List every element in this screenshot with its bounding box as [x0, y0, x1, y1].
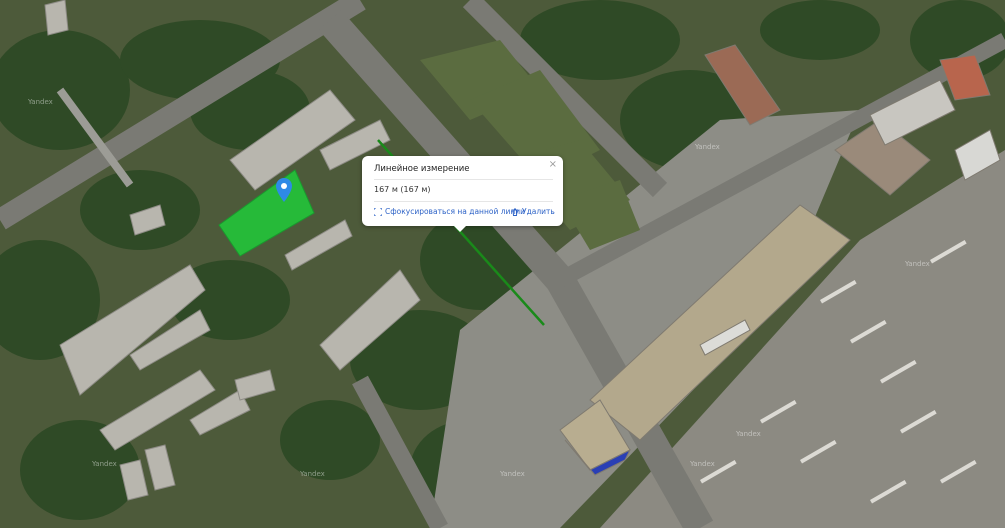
delete-label: Удалить	[522, 207, 555, 216]
measurement-popup: Линейное измерение × 167 м (167 м) Сфоку…	[362, 156, 563, 232]
map-watermark: Yandex	[905, 260, 930, 268]
popup-title: Линейное измерение	[374, 164, 470, 174]
map-pin-icon[interactable]	[276, 178, 292, 202]
focus-icon	[374, 207, 382, 216]
map-watermark: Yandex	[500, 470, 525, 478]
distance-value: 167 м (167 м)	[374, 185, 431, 194]
map-watermark: Yandex	[92, 460, 117, 468]
divider	[374, 201, 553, 202]
close-icon[interactable]: ×	[549, 159, 557, 170]
map-watermark: Yandex	[690, 460, 715, 468]
delete-button[interactable]: Удалить	[511, 207, 555, 216]
map-watermark: Yandex	[736, 430, 761, 438]
satellite-map[interactable]	[0, 0, 1005, 528]
trash-icon	[512, 208, 518, 216]
divider	[374, 179, 553, 180]
map-watermark: Yandex	[28, 98, 53, 106]
focus-line-label: Сфокусироваться на данной линии	[385, 207, 526, 216]
map-watermark: Yandex	[300, 470, 325, 478]
focus-line-button[interactable]: Сфокусироваться на данной линии	[374, 207, 525, 216]
map-watermark: Yandex	[695, 143, 720, 151]
